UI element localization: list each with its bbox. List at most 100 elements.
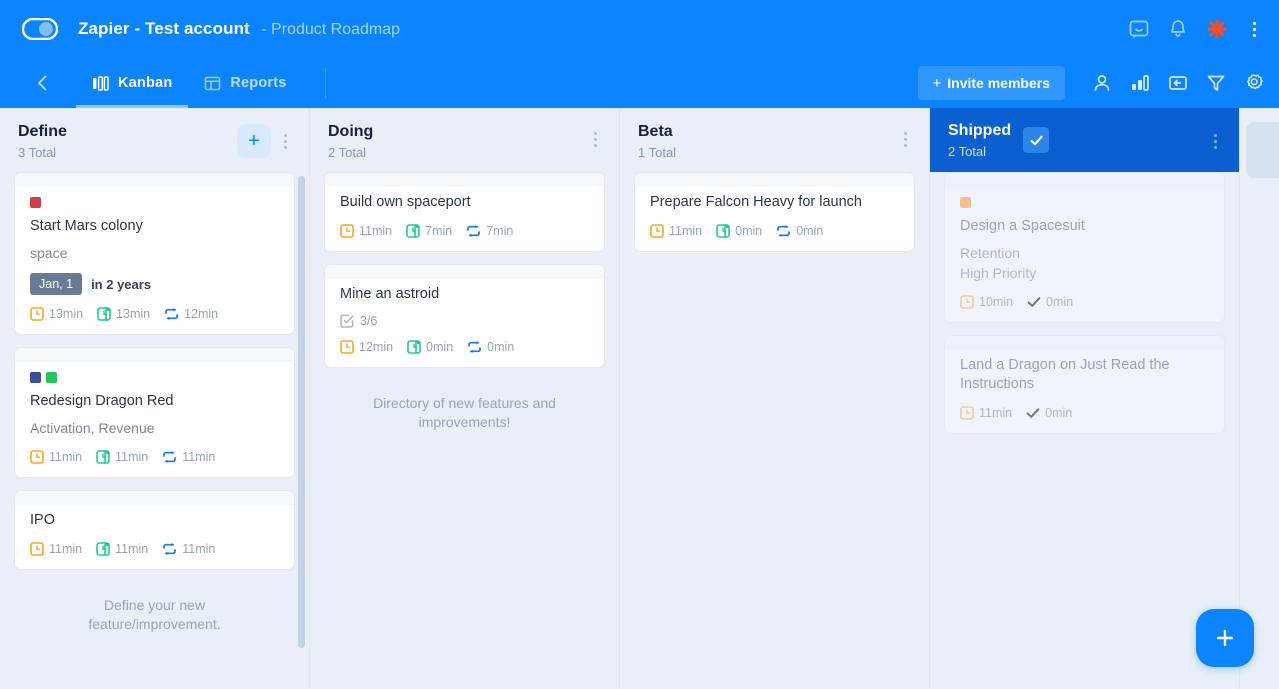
card[interactable]: Land a Dragon on Just Read the Instructi… (944, 335, 1225, 434)
feedback-icon[interactable] (1128, 18, 1150, 40)
dot (903, 143, 907, 147)
repeat-blue-icon (777, 225, 791, 237)
metric-value: 11min (49, 542, 83, 556)
card[interactable]: Prepare Falcon Heavy for launch 11min 0m… (634, 172, 915, 252)
card-metrics: 11min 0min (960, 406, 1209, 420)
checklist-value: 3/6 (360, 314, 378, 328)
chevron-left-icon[interactable] (32, 72, 54, 94)
add-card-fab[interactable] (1196, 609, 1254, 667)
metric-value: 0min (1045, 406, 1073, 420)
metric-cycle: 7min (466, 224, 513, 238)
bar-chart-icon[interactable] (1129, 72, 1151, 94)
card[interactable]: Design a Spacesuit Retention High Priori… (944, 172, 1225, 323)
repeat-blue-icon (165, 308, 178, 320)
card-title: Land a Dragon on Just Read the Instructi… (960, 357, 1170, 392)
column-name: Define (18, 123, 67, 140)
tab-kanban[interactable]: Kanban (76, 58, 189, 108)
check-glyph (1030, 135, 1043, 145)
date-badge: Jan, 1 (30, 273, 83, 295)
dot (283, 145, 287, 149)
card-top-strip (635, 173, 914, 187)
dot (283, 133, 287, 137)
page-title: Zapier - Test account - Product Roadmap (78, 19, 400, 39)
metric-value: 10min (979, 295, 1014, 309)
metric-cycle: 0min (467, 340, 514, 354)
card-metrics: 10min 0min (960, 295, 1209, 309)
clock-orange-icon (340, 340, 354, 354)
tab-reports-label: Reports (230, 75, 287, 91)
metric-logged: 11min (96, 450, 148, 464)
card-subtitle: Retention High Priority (960, 245, 1037, 281)
card[interactable]: Mine an astroid 3/6 12min 0min 0min (324, 264, 605, 368)
clock-green-icon (407, 340, 421, 354)
sub-toolbar-actions: + Invite members (917, 66, 1265, 100)
column-menu-icon[interactable] (895, 124, 915, 154)
repeat-blue-icon (163, 543, 177, 555)
clock-orange-icon (340, 224, 354, 238)
tab-kanban-label: Kanban (118, 75, 173, 91)
metric-estimate: 13min (30, 307, 83, 321)
card-metrics: 11min 7min 7min (340, 224, 589, 238)
person-icon[interactable] (1091, 72, 1113, 94)
column-count: 2 Total (328, 145, 367, 160)
column-hint: Define your new feature/improvement. (88, 597, 221, 632)
metric-estimate: 11min (340, 224, 392, 238)
column-body: Design a Spacesuit Retention High Priori… (930, 172, 1239, 689)
card-metrics: 11min 0min (650, 224, 899, 238)
metric-value: 11min (182, 542, 216, 556)
card-subtitle: Activation, Revenue (30, 420, 155, 436)
gear-icon[interactable] (1243, 72, 1265, 94)
column-count: 1 Total (638, 145, 677, 160)
metric-logged: 13min (97, 307, 150, 321)
bell-icon[interactable] (1167, 18, 1189, 40)
tab-reports[interactable]: Reports (188, 58, 302, 108)
metric-logged: 0min (716, 224, 762, 238)
label-chip (30, 372, 41, 383)
column-menu-icon[interactable] (585, 124, 605, 154)
filter-icon[interactable] (1205, 72, 1227, 94)
column-scrollbar[interactable] (298, 176, 305, 683)
column-menu-icon[interactable] (1205, 126, 1225, 156)
view-tabs: Kanban Reports (76, 58, 303, 108)
invite-members-button[interactable]: + Invite members (917, 66, 1065, 100)
metric-value: 13min (116, 307, 151, 321)
card[interactable]: IPO 11min 11min 11min (14, 490, 295, 570)
metric-cycle: 12min (164, 307, 218, 321)
column-header: Shipped 2 Total (930, 108, 1239, 172)
clock-orange-icon (960, 295, 974, 309)
card-metrics: 12min 0min 0min (340, 340, 589, 354)
column-actions (585, 122, 605, 154)
column-menu-icon[interactable] (275, 126, 295, 156)
metric-estimate: 11min (30, 542, 82, 556)
card-subtitle: space (30, 245, 68, 261)
board-name: - Product Roadmap (261, 21, 401, 38)
metric-value: 11min (182, 450, 216, 464)
card-title: Start Mars colony (30, 218, 143, 234)
add-card-button[interactable]: + (237, 124, 271, 158)
metric-value: 11min (115, 542, 149, 556)
dot (1213, 145, 1217, 149)
metric-logged: 11min (96, 542, 148, 556)
checklist-icon (340, 314, 354, 328)
card[interactable]: Build own spaceport 11min 7min 7min (324, 172, 605, 252)
column-count: 2 Total (948, 144, 987, 159)
scrollbar-thumb[interactable] (298, 176, 305, 648)
archive-time-icon[interactable] (1167, 72, 1189, 94)
clock-orange-icon (30, 450, 44, 464)
column-body: Prepare Falcon Heavy for launch 11min 0m… (620, 172, 929, 689)
clock-orange-icon (650, 224, 664, 238)
clock-green-icon (97, 307, 111, 321)
overflow-menu-icon[interactable] (1245, 19, 1263, 39)
card[interactable]: Redesign Dragon Red Activation, Revenue … (14, 347, 295, 478)
dot (593, 143, 597, 147)
card[interactable]: Start Mars colony space Jan, 1 in 2 year… (14, 172, 295, 335)
metric-value: 11min (49, 450, 83, 464)
zapier-logo-icon[interactable] (1206, 18, 1228, 40)
dot (1213, 133, 1217, 137)
metric-value: 12min (359, 340, 394, 354)
dot (1252, 21, 1256, 25)
date-relative: in 2 years (91, 276, 152, 292)
card-labels (960, 187, 1209, 208)
dot (593, 131, 597, 135)
column-placeholder-block (1246, 122, 1279, 178)
